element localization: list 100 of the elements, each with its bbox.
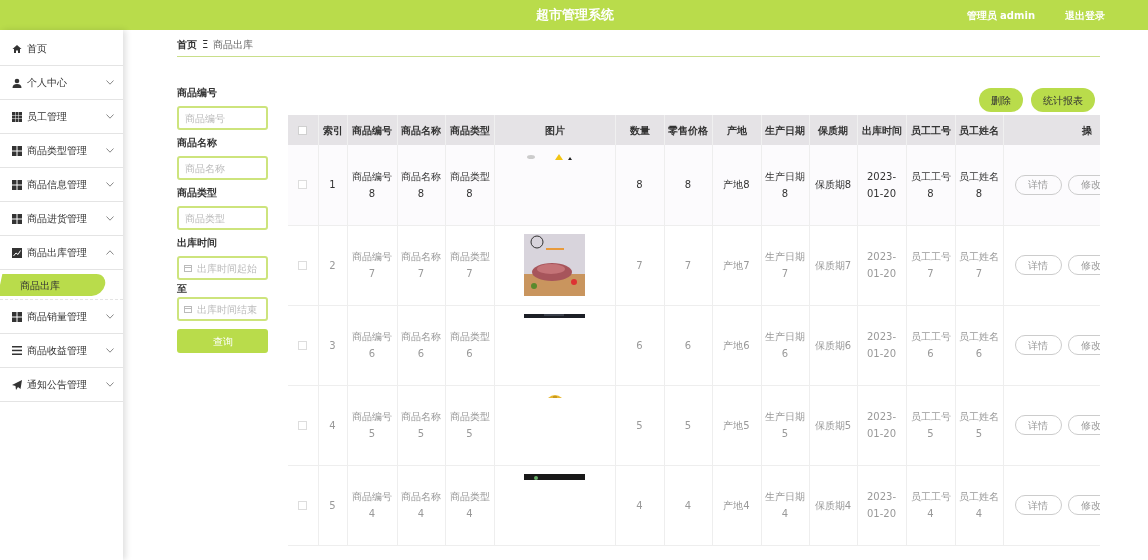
sidebar-label: 商品信息管理 xyxy=(27,178,88,192)
sidebar-item[interactable]: 首页 xyxy=(0,32,123,66)
row-checkbox[interactable] xyxy=(298,260,308,270)
submenu-item[interactable]: 商品出库 xyxy=(0,273,108,296)
sidebar-item[interactable]: 通知公告管理 xyxy=(0,368,123,402)
column-header: 产地 xyxy=(726,124,747,136)
table-cell: 员工姓名6 xyxy=(959,331,999,359)
chart-icon xyxy=(12,247,22,258)
sidebar-item[interactable]: 员工管理 xyxy=(0,100,123,134)
field-label: 商品名称 xyxy=(177,136,218,150)
table-cell: 5 xyxy=(329,499,336,511)
table-cell: 员工姓名7 xyxy=(959,251,999,279)
column-header: 图片 xyxy=(544,124,565,136)
user-icon xyxy=(12,77,22,88)
sidebar-label: 商品销量管理 xyxy=(27,310,88,324)
table-cell: 商品名称7 xyxy=(401,251,441,279)
table-cell: 2023-01-20 xyxy=(866,411,897,439)
sidebar-label: 员工管理 xyxy=(27,110,68,124)
table-cell: 员工工号5 xyxy=(910,411,951,439)
table-cell: 2023-01-20 xyxy=(866,491,897,519)
table-cell: 保质期7 xyxy=(814,259,852,271)
field-label: 出库时间 xyxy=(177,236,218,250)
app-title: 超市管理系统 xyxy=(535,6,615,25)
table-cell: 商品类型5 xyxy=(449,411,490,439)
sidebar-item[interactable]: 商品类型管理 xyxy=(0,134,123,168)
column-header: 商品名称 xyxy=(401,124,441,136)
table-cell: 商品名称8 xyxy=(401,170,441,199)
table-cell: 7 xyxy=(684,259,692,271)
table-cell: 员工姓名4 xyxy=(959,491,999,519)
table-cell: 商品名称4 xyxy=(401,491,441,519)
table-cell: 员工工号6 xyxy=(910,331,951,359)
table-cell: 生产日期6 xyxy=(765,331,805,359)
breadcrumb-home[interactable]: 首页 xyxy=(177,36,197,52)
table-cell: 2023-01-20 xyxy=(866,251,897,279)
table-cell: 生产日期5 xyxy=(765,411,805,439)
grid-icon xyxy=(12,179,22,190)
table-cell: 产地5 xyxy=(723,419,750,431)
column-header: 商品编号 xyxy=(352,124,392,136)
breadcrumb-separator: Ξ xyxy=(202,37,209,52)
table-cell: 商品编号4 xyxy=(352,491,392,519)
list-icon xyxy=(12,346,22,355)
grid-icon xyxy=(12,111,22,122)
column-header: 索引 xyxy=(322,124,343,136)
sidebar-item[interactable]: 商品收益管理 xyxy=(0,334,123,368)
sidebar-label: 商品类型管理 xyxy=(27,144,88,158)
table-cell: 产地6 xyxy=(723,339,750,351)
table-cell: 7 xyxy=(636,259,643,271)
column-header: 零售价格 xyxy=(668,124,708,136)
column-header: 生产日期 xyxy=(765,124,805,136)
table-cell: 员工工号4 xyxy=(910,491,951,519)
row-checkbox[interactable] xyxy=(298,340,308,350)
field-label: 至 xyxy=(177,282,188,296)
table-cell: 商品编号8 xyxy=(352,170,392,199)
table-cell: 2023-01-20 xyxy=(866,331,897,359)
sidebar-item[interactable]: 商品信息管理 xyxy=(0,168,123,202)
table-cell: 8 xyxy=(684,179,692,191)
column-header: 保质期 xyxy=(818,124,848,136)
table-cell: 商品名称5 xyxy=(401,411,441,439)
sidebar-item[interactable]: 个人中心 xyxy=(0,66,123,100)
table-cell: 生产日期4 xyxy=(765,491,805,519)
home-icon xyxy=(12,43,22,54)
calendar-icon xyxy=(184,265,192,272)
grid-icon xyxy=(12,213,22,224)
field-label: 商品类型 xyxy=(177,186,218,200)
row-checkbox[interactable] xyxy=(298,500,308,510)
send-icon xyxy=(12,379,22,390)
table-cell: 商品类型8 xyxy=(449,170,490,199)
table-cell: 5 xyxy=(636,419,643,431)
column-header: 员工工号 xyxy=(910,124,951,136)
table-cell: 保质期5 xyxy=(814,419,852,431)
table-cell: 5 xyxy=(684,419,692,431)
sidebar-item[interactable]: 商品进货管理 xyxy=(0,202,123,236)
breadcrumb-current: 商品出库 xyxy=(213,37,254,52)
column-header: 数量 xyxy=(629,124,650,136)
column-header: 操 xyxy=(1081,124,1092,136)
sidebar-item[interactable]: 商品销量管理 xyxy=(0,300,123,334)
row-checkbox[interactable] xyxy=(298,420,308,430)
table-cell: 商品编号7 xyxy=(352,251,392,279)
column-header: 出库时间 xyxy=(861,124,902,136)
table-cell: 员工工号8 xyxy=(910,170,951,199)
action-button[interactable]: 统计报表 xyxy=(1031,88,1095,112)
table-cell: 商品编号5 xyxy=(352,411,392,439)
table-cell: 4 xyxy=(636,499,643,511)
select-all-checkbox[interactable] xyxy=(298,125,308,135)
row-checkbox[interactable] xyxy=(298,180,308,190)
action-button[interactable]: 删除 xyxy=(979,88,1023,112)
table-cell: 6 xyxy=(636,339,643,351)
table-cell: 商品编号6 xyxy=(352,331,392,359)
table-cell: 保质期6 xyxy=(814,339,852,351)
sidebar-item[interactable]: 商品出库管理 xyxy=(0,236,123,270)
table-cell: 商品类型6 xyxy=(449,331,490,359)
table-cell: 员工工号7 xyxy=(910,251,951,279)
sidebar-label: 个人中心 xyxy=(27,76,68,90)
table-cell: 产地7 xyxy=(723,259,750,271)
table-cell: 保质期8 xyxy=(814,179,852,191)
table-cell: 生产日期8 xyxy=(765,170,805,199)
field-label: 商品编号 xyxy=(177,86,218,100)
sidebar-label: 通知公告管理 xyxy=(27,378,88,392)
table-cell: 生产日期7 xyxy=(765,251,805,279)
sidebar-label: 商品进货管理 xyxy=(27,212,88,226)
